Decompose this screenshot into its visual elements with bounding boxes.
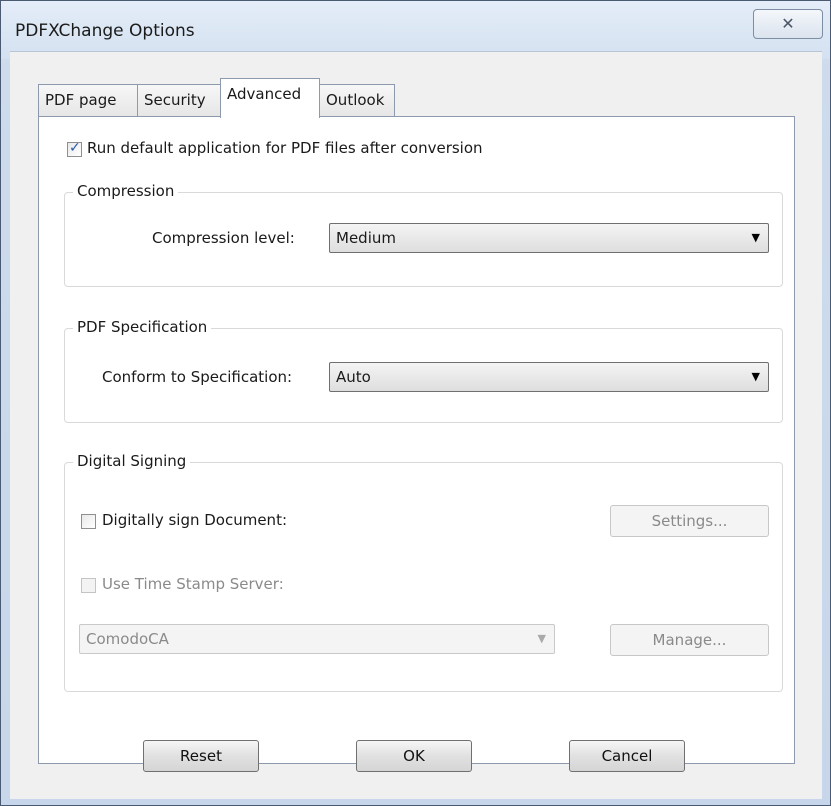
- compression-group: Compression Compression level: Medium ▼: [64, 182, 783, 287]
- digital-signing-group: Digital Signing Digitally sign Document:…: [64, 452, 783, 692]
- compression-group-title: Compression: [73, 182, 179, 200]
- chevron-down-icon: ▼: [537, 632, 546, 645]
- time-stamp-label[interactable]: Use Time Stamp Server:: [102, 575, 284, 593]
- options-dialog: PDFXChange Options ✕ PDF page Security A…: [0, 0, 831, 806]
- compression-level-label: Compression level:: [152, 229, 295, 247]
- tab-advanced[interactable]: Advanced: [220, 78, 320, 118]
- time-stamp-checkbox[interactable]: [81, 578, 96, 593]
- run-default-app-checkbox[interactable]: [67, 140, 82, 157]
- conform-spec-label: Conform to Specification:: [102, 368, 293, 386]
- ok-button[interactable]: OK: [356, 740, 472, 772]
- chevron-down-icon: ▼: [751, 231, 760, 244]
- conform-spec-select[interactable]: Auto ▼: [329, 362, 769, 392]
- run-default-app-label[interactable]: Run default application for PDF files af…: [87, 139, 483, 157]
- compression-level-value: Medium: [336, 229, 396, 247]
- conform-spec-value: Auto: [336, 368, 371, 386]
- compression-level-select[interactable]: Medium ▼: [329, 223, 769, 253]
- digital-signing-group-title: Digital Signing: [73, 452, 191, 470]
- signing-settings-button[interactable]: Settings...: [610, 505, 769, 537]
- cancel-button[interactable]: Cancel: [569, 740, 685, 772]
- time-stamp-server-value: ComodoCA: [86, 630, 169, 648]
- tab-outlook[interactable]: Outlook: [319, 84, 395, 116]
- dialog-client-area: PDF page Security Advanced Outlook Run d…: [10, 51, 822, 799]
- chevron-down-icon: ▼: [751, 370, 760, 383]
- close-button[interactable]: ✕: [753, 9, 823, 39]
- close-icon: ✕: [781, 14, 795, 33]
- digitally-sign-checkbox[interactable]: [81, 514, 96, 529]
- tab-pdf-page[interactable]: PDF page: [38, 84, 138, 116]
- digitally-sign-label[interactable]: Digitally sign Document:: [102, 511, 287, 529]
- time-stamp-server-select[interactable]: ComodoCA ▼: [79, 624, 555, 654]
- advanced-tab-panel: Run default application for PDF files af…: [38, 116, 795, 764]
- window-title: PDFXChange Options: [15, 21, 195, 41]
- manage-servers-button[interactable]: Manage...: [610, 624, 769, 656]
- pdf-specification-group-title: PDF Specification: [73, 318, 212, 336]
- pdf-specification-group: PDF Specification Conform to Specificati…: [64, 318, 783, 423]
- reset-button[interactable]: Reset: [143, 740, 259, 772]
- tab-security[interactable]: Security: [137, 84, 221, 116]
